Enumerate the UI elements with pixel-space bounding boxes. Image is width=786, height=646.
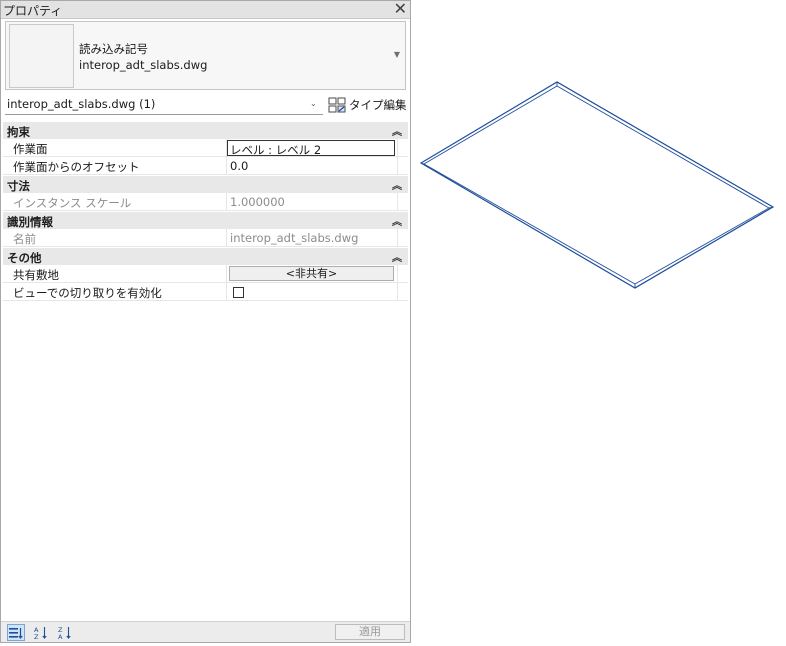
shared-site-button[interactable]: <非共有>: [229, 266, 394, 281]
property-row-shared-site: 共有敷地 <非共有>: [3, 265, 408, 283]
property-row-view-cutting: ビューでの切り取りを有効化: [3, 283, 408, 301]
property-label: ビューでの切り取りを有効化: [13, 286, 162, 300]
close-icon[interactable]: ✕: [394, 1, 407, 17]
offset-field[interactable]: 0.0: [227, 157, 397, 175]
property-row-name: 名前 interop_adt_slabs.dwg: [3, 229, 408, 247]
property-grid: 拘束 ︽ 作業面 レベル : レベル 2 作業面からのオフセット 0.0 寸法 …: [3, 121, 408, 301]
property-label: インスタンス スケール: [13, 196, 132, 210]
property-value: 1.000000: [230, 195, 285, 209]
property-value: 0.0: [230, 159, 249, 173]
properties-palette: プロパティ ✕ 読み込み記号 interop_adt_slabs.dwg ▼ i…: [0, 0, 411, 643]
property-row-offset: 作業面からのオフセット 0.0: [3, 157, 408, 175]
group-name: 拘束: [7, 125, 30, 139]
group-header-dimensions[interactable]: 寸法 ︽: [3, 175, 408, 193]
property-value: レベル : レベル 2: [230, 143, 322, 157]
group-header-identity[interactable]: 識別情報 ︽: [3, 211, 408, 229]
type-selector[interactable]: 読み込み記号 interop_adt_slabs.dwg ▼: [5, 21, 406, 90]
collapse-chevron-icon[interactable]: ︽: [392, 213, 402, 228]
instance-filter-dropdown[interactable]: interop_adt_slabs.dwg (1): [7, 97, 155, 111]
palette-title: プロパティ: [3, 4, 63, 18]
group-name: 識別情報: [7, 215, 53, 229]
property-label: 作業面からのオフセット: [13, 160, 140, 174]
work-plane-field[interactable]: レベル : レベル 2: [227, 140, 395, 157]
svg-text:Z: Z: [34, 633, 39, 640]
group-name: 寸法: [7, 179, 30, 193]
edit-type-icon: [328, 97, 346, 113]
instance-filter-bar: interop_adt_slabs.dwg (1) ⌄ タイプ編集: [3, 95, 408, 117]
chevron-down-icon[interactable]: ⌄: [310, 99, 317, 108]
property-row-instance-scale: インスタンス スケール 1.000000: [3, 193, 408, 211]
group-header-constraints[interactable]: 拘束 ︽: [3, 121, 408, 139]
type-preview-thumbnail: [9, 24, 74, 88]
collapse-chevron-icon[interactable]: ︽: [392, 249, 402, 264]
svg-text:A: A: [58, 633, 63, 640]
edit-type-button[interactable]: タイプ編集: [328, 95, 407, 115]
type-family-name: 読み込み記号: [79, 42, 148, 56]
palette-titlebar[interactable]: プロパティ ✕: [1, 1, 410, 19]
dropdown-underline: [5, 114, 323, 115]
collapse-chevron-icon[interactable]: ︽: [392, 177, 402, 192]
name-value: interop_adt_slabs.dwg: [227, 229, 397, 247]
sort-categorized-icon[interactable]: [7, 624, 25, 641]
group-header-other[interactable]: その他 ︽: [3, 247, 408, 265]
group-name: その他: [7, 251, 42, 265]
drawing-viewport[interactable]: [411, 0, 786, 643]
instance-scale-value: 1.000000: [227, 193, 397, 211]
collapse-chevron-icon[interactable]: ︽: [392, 123, 402, 138]
slab-outline-outer: [419, 81, 775, 289]
edit-type-label: タイプ編集: [349, 98, 407, 112]
chevron-down-icon[interactable]: ▼: [394, 50, 400, 59]
type-name: interop_adt_slabs.dwg: [79, 58, 208, 72]
slab-drawing: [419, 81, 775, 289]
property-label: 共有敷地: [13, 268, 59, 282]
sort-ascending-icon[interactable]: A Z: [32, 624, 50, 641]
property-label: 名前: [13, 232, 36, 246]
property-value: interop_adt_slabs.dwg: [230, 231, 359, 245]
enable-cutting-checkbox[interactable]: [233, 287, 244, 298]
apply-button[interactable]: 適用: [335, 624, 405, 640]
slab-outline-inner: [423, 85, 770, 285]
property-row-work-plane: 作業面 レベル : レベル 2: [3, 139, 408, 157]
sort-descending-icon[interactable]: Z A: [56, 624, 74, 641]
palette-footer: A Z Z A 適用: [1, 621, 410, 642]
property-label: 作業面: [13, 142, 48, 156]
